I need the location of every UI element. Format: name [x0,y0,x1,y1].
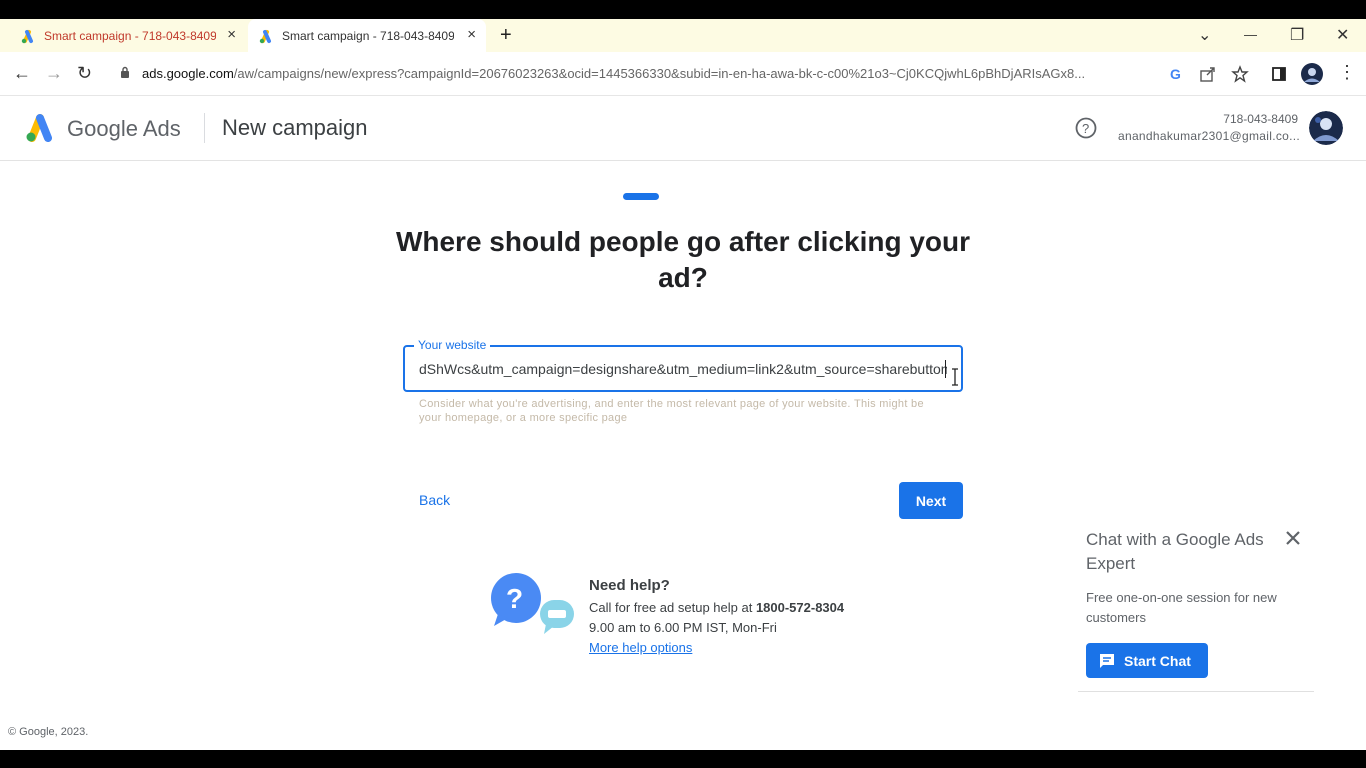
help-phone-number: 1800-572-8304 [755,600,845,615]
browser-toolbar: ← → ↻ ads.google.com/aw/campaigns/new/ex… [0,52,1366,96]
tab-title: Smart campaign - 718-043-8409 [282,28,454,43]
next-button[interactable]: Next [899,482,963,519]
restore-button[interactable]: ❐ [1290,25,1304,45]
google-ads-logo-icon[interactable] [24,112,56,142]
tab-search-chevron-icon[interactable]: ⌄ [1198,25,1211,45]
chat-promo-title: Chat with a Google Ads Expert [1086,530,1264,573]
svg-text:?: ? [506,583,523,614]
header-divider [204,113,205,143]
step-heading: Where should people go after clicking yo… [395,226,971,293]
tab-smart-campaign-1[interactable]: Smart campaign - 718-043-8409 × [10,19,246,52]
google-ads-favicon-icon [259,29,271,43]
account-avatar[interactable] [1309,111,1343,145]
more-help-options-link[interactable]: More help options [589,640,692,655]
side-panel-icon[interactable] [1270,65,1288,83]
menu-kebab-icon[interactable]: ⋮ [1338,63,1356,81]
lock-icon[interactable] [120,66,130,78]
app-header: Google Ads New campaign ? 718-043-8409 a… [0,96,1366,161]
address-bar[interactable]: ads.google.com/aw/campaigns/new/express?… [142,66,1154,81]
new-tab-button[interactable]: + [500,25,512,45]
google-lens-icon[interactable]: G [1167,65,1185,83]
close-icon[interactable] [1285,530,1301,546]
step-progress-indicator [623,193,659,200]
copyright: © Google, 2023. [8,726,89,738]
help-chat-bubbles-icon: ? [491,573,574,634]
reload-button[interactable]: ↻ [77,64,92,82]
ibeam-cursor-icon [952,368,958,386]
help-call-prefix: Call for free ad setup help at [589,600,756,615]
chat-promo-panel: Chat with a Google Ads Expert Free one-o… [1078,522,1314,692]
tab-smart-campaign-2[interactable]: Smart campaign - 718-043-8409 × [248,19,486,52]
screen: Smart campaign - 718-043-8409 × Smart ca… [0,0,1366,768]
back-nav-button[interactable]: ← [13,64,31,82]
chat-icon [1100,653,1114,668]
svg-text:?: ? [1082,121,1089,136]
google-ads-favicon-icon [21,29,33,43]
account-customer-id[interactable]: 718-043-8409 [1223,112,1298,126]
close-window-button[interactable]: ✕ [1336,25,1349,45]
bookmark-star-icon[interactable] [1231,65,1249,83]
help-call-line: Call for free ad setup help at 1800-572-… [589,600,844,615]
tab-close-icon[interactable]: × [467,27,476,43]
help-hours: 9.00 am to 6.00 PM IST, Mon-Fri [589,620,777,635]
back-button[interactable]: Back [419,492,450,508]
website-input-label: Your website [414,338,491,352]
website-input-hint: Consider what you're advertising, and en… [419,398,924,424]
help-icon[interactable]: ? [1075,117,1097,139]
svg-text:G: G [1170,66,1181,82]
need-help-title: Need help? [589,577,670,594]
google-ads-app: Google Ads New campaign ? 718-043-8409 a… [0,96,1366,750]
forward-nav-button[interactable]: → [45,64,63,82]
text-caret [945,360,946,378]
share-icon[interactable] [1199,65,1217,83]
chat-promo-subtitle: Free one-on-one session for new customer… [1086,590,1277,625]
url-host: ads.google.com [142,66,234,81]
profile-avatar-icon[interactable] [1301,63,1323,85]
account-email[interactable]: anandhakumar2301@gmail.co... [1118,129,1300,143]
tab-close-icon[interactable]: × [227,27,236,43]
tab-strip: Smart campaign - 718-043-8409 × Smart ca… [0,19,1366,52]
website-input-value[interactable]: dShWcs&utm_campaign=designshare&utm_medi… [419,361,947,377]
brand-name: Google Ads [67,116,181,141]
start-chat-button[interactable]: Start Chat [1086,643,1208,678]
start-chat-label: Start Chat [1124,652,1191,669]
minimize-button[interactable]: — [1244,27,1257,42]
page-title: New campaign [222,115,368,140]
url-path: /aw/campaigns/new/express?campaignId=206… [233,66,1086,81]
tab-title: Smart campaign - 718-043-8409 [44,28,216,43]
